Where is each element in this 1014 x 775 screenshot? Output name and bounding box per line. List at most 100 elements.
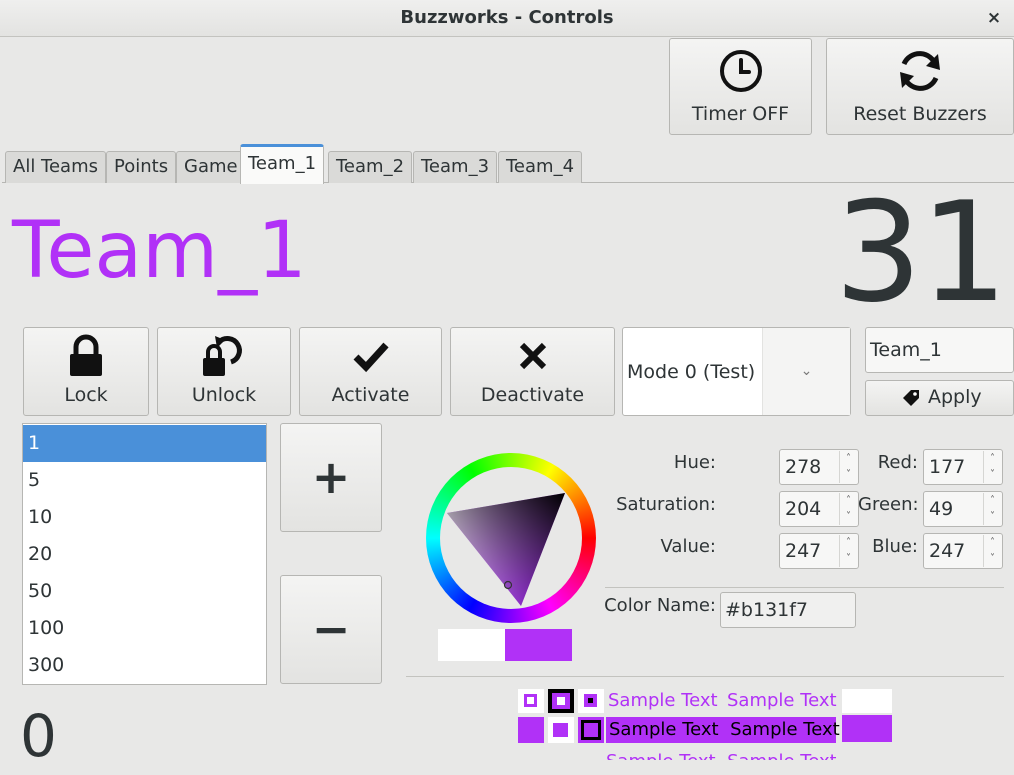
- activate-button[interactable]: Activate: [299, 327, 442, 416]
- sample-swatch: [842, 689, 892, 713]
- deactivate-button[interactable]: Deactivate: [450, 327, 615, 416]
- tab-team-4[interactable]: Team_4: [498, 151, 583, 183]
- unlock-label: Unlock: [191, 384, 257, 406]
- spin-up-icon[interactable]: ˄: [983, 535, 1001, 551]
- points-list[interactable]: 1 5 10 20 50 100 300: [22, 423, 267, 685]
- window-title: Buzzworks - Controls: [400, 7, 614, 28]
- saturation-value: 204: [785, 498, 822, 520]
- tag-icon: [902, 389, 920, 411]
- sample-swatch: [548, 689, 574, 713]
- spin-up-icon[interactable]: ˄: [839, 451, 857, 467]
- points-value: 0: [20, 702, 57, 770]
- separator: [406, 676, 1004, 677]
- close-button[interactable]: ×: [984, 8, 1004, 28]
- tab-team-2[interactable]: Team_2: [328, 151, 413, 183]
- red-value: 177: [929, 456, 966, 478]
- spin-down-icon[interactable]: ˅: [983, 509, 1001, 525]
- sample-text-highlight: Sample Text Sample Text: [606, 717, 840, 743]
- spin-down-icon[interactable]: ˅: [839, 551, 857, 567]
- green-spinner[interactable]: 49 ˄ ˅: [923, 491, 1003, 527]
- sample-swatch: [518, 689, 544, 713]
- sample-text: Sample Text: [727, 752, 836, 760]
- saturation-spinner[interactable]: 204 ˄ ˅: [779, 491, 859, 527]
- check-icon: [300, 334, 441, 378]
- tab-all-teams[interactable]: All Teams: [5, 151, 106, 183]
- spin-up-icon[interactable]: ˄: [839, 535, 857, 551]
- timer-button[interactable]: Timer OFF: [669, 38, 812, 135]
- green-label: Green:: [858, 494, 919, 515]
- hue-value: 278: [785, 456, 822, 478]
- value-spinner[interactable]: 247 ˄ ˅: [779, 533, 859, 569]
- sample-text: Sample Text: [609, 719, 719, 740]
- spin-up-icon[interactable]: ˄: [983, 451, 1001, 467]
- spin-down-icon[interactable]: ˅: [983, 551, 1001, 567]
- list-item[interactable]: 10: [23, 499, 266, 536]
- hue-label: Hue:: [673, 452, 716, 473]
- team-score: 31: [834, 172, 1008, 333]
- mode-dropdown-value: Mode 0 (Test): [627, 361, 756, 383]
- team-name: Team_1: [12, 206, 307, 296]
- reset-buzzers-label: Reset Buzzers: [853, 103, 987, 125]
- hue-spinner[interactable]: 278 ˄ ˅: [779, 449, 859, 485]
- blue-value: 247: [929, 540, 966, 562]
- clock-icon: [670, 49, 811, 93]
- sample-text: Sample Text: [730, 719, 840, 740]
- red-spinner[interactable]: 177 ˄ ˅: [923, 449, 1003, 485]
- lock-button[interactable]: Lock: [23, 327, 149, 416]
- mode-dropdown[interactable]: Mode 0 (Test) ⌄: [622, 327, 851, 416]
- value-value: 247: [785, 540, 822, 562]
- refresh-icon: [827, 49, 1013, 93]
- chevron-down-icon[interactable]: ⌄: [762, 328, 850, 415]
- unlock-icon: [158, 334, 290, 378]
- add-points-button[interactable]: +: [280, 423, 382, 532]
- spin-up-icon[interactable]: ˄: [983, 493, 1001, 509]
- apply-label: Apply: [928, 386, 982, 408]
- list-item[interactable]: 1: [23, 425, 266, 462]
- list-item[interactable]: 100: [23, 610, 266, 647]
- sample-swatch: [518, 717, 544, 743]
- spin-down-icon[interactable]: ˅: [839, 509, 857, 525]
- subtract-points-button[interactable]: −: [280, 575, 382, 684]
- spin-down-icon[interactable]: ˅: [839, 467, 857, 483]
- sample-swatch: [578, 689, 604, 713]
- sample-row-clipped: Sample Text Sample Text: [606, 752, 836, 760]
- current-color-swatch: [505, 629, 572, 661]
- apply-button[interactable]: Apply: [865, 380, 1014, 416]
- tab-team-1[interactable]: Team_1: [240, 144, 325, 184]
- sample-text: Sample Text: [606, 752, 716, 760]
- saturation-label: Saturation:: [616, 494, 716, 515]
- value-label: Value:: [660, 536, 717, 557]
- spin-down-icon[interactable]: ˅: [983, 467, 1001, 483]
- sample-text: Sample Text: [727, 690, 837, 711]
- sample-text: Sample Text: [608, 690, 718, 711]
- tab-points[interactable]: Points: [106, 151, 177, 183]
- tab-bar: All Teams Points Game Team_1 Team_2 Team…: [5, 144, 605, 184]
- spin-up-icon[interactable]: ˄: [839, 493, 857, 509]
- list-item[interactable]: 5: [23, 462, 266, 499]
- x-icon: [451, 334, 614, 378]
- blue-spinner[interactable]: 247 ˄ ˅: [923, 533, 1003, 569]
- minus-label: −: [311, 602, 351, 656]
- plus-label: +: [311, 450, 351, 504]
- color-triangle[interactable]: [420, 448, 600, 628]
- activate-label: Activate: [331, 384, 410, 406]
- list-item[interactable]: 50: [23, 573, 266, 610]
- color-wheel[interactable]: [420, 448, 600, 628]
- list-item[interactable]: 300: [23, 647, 266, 684]
- sample-swatch: [548, 717, 574, 743]
- deactivate-label: Deactivate: [480, 384, 585, 406]
- sample-swatch: [578, 717, 604, 743]
- tab-game[interactable]: Game: [176, 151, 246, 183]
- team-name-input[interactable]: Team_1: [865, 327, 1014, 373]
- red-label: Red:: [877, 452, 918, 473]
- unlock-button[interactable]: Unlock: [157, 327, 291, 416]
- reset-buzzers-button[interactable]: Reset Buzzers: [826, 38, 1014, 135]
- blue-label: Blue:: [872, 536, 918, 557]
- sample-swatch: [842, 715, 892, 742]
- timer-button-label: Timer OFF: [691, 103, 790, 125]
- list-item[interactable]: 20: [23, 536, 266, 573]
- previous-color-swatch: [438, 629, 505, 661]
- color-name-input[interactable]: #b131f7: [720, 592, 856, 628]
- tab-team-3[interactable]: Team_3: [413, 151, 498, 183]
- lock-label: Lock: [64, 384, 108, 406]
